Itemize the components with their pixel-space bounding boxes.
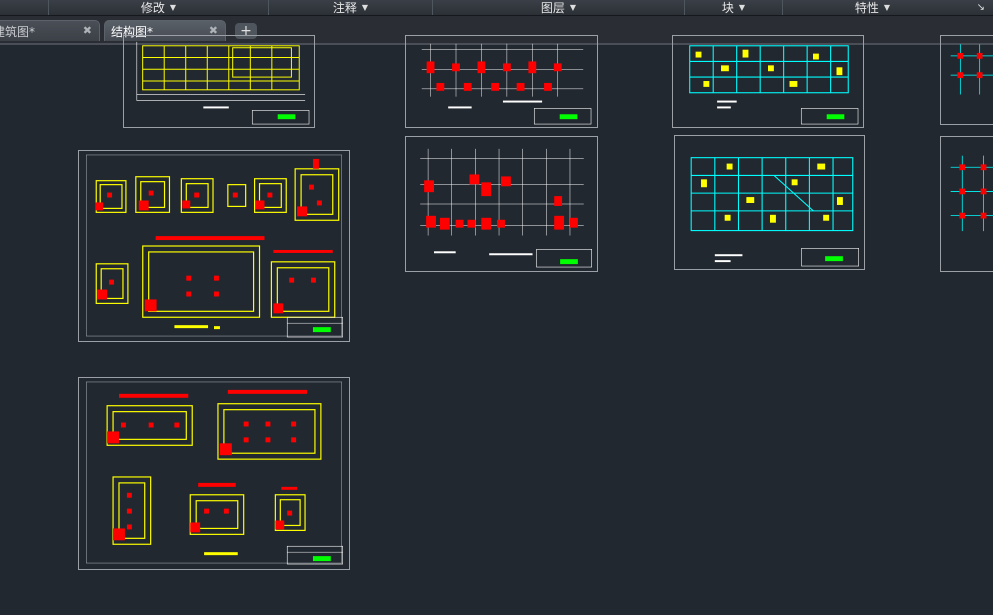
- block-panel-label: 块: [721, 1, 734, 15]
- drawing-sheet[interactable]: [940, 35, 993, 125]
- drawing-sheet[interactable]: [674, 135, 865, 270]
- chevron-down-icon: ▼: [738, 3, 746, 12]
- tab-architecture[interactable]: 建筑图* ✖: [0, 20, 100, 41]
- sheet-drawing: [689, 45, 859, 125]
- chevron-down-icon: ▼: [361, 3, 369, 12]
- annotate-panel[interactable]: 注释 ▼: [268, 0, 432, 15]
- drawing-sheet[interactable]: [123, 35, 315, 128]
- annotate-panel-label: 注释: [332, 1, 357, 15]
- sheet-drawing: [421, 43, 592, 125]
- close-icon[interactable]: ✖: [83, 24, 92, 37]
- drawing-sheet[interactable]: [940, 136, 993, 272]
- layers-panel-label: 图层: [540, 1, 565, 15]
- sheet-drawing: [420, 148, 592, 268]
- drawing-sheet[interactable]: [78, 377, 350, 570]
- sheet-drawing: [86, 381, 343, 565]
- sheet-drawing: [690, 157, 859, 267]
- drawing-sheet[interactable]: [672, 35, 864, 128]
- drawing-sheet[interactable]: [405, 35, 598, 128]
- modify-panel-label: 修改: [140, 1, 165, 15]
- properties-panel-label: 特性: [854, 1, 879, 15]
- properties-panel[interactable]: 特性 ▼: [782, 0, 962, 15]
- chevron-down-icon: ▼: [169, 3, 177, 12]
- sheet-drawing: [950, 155, 993, 232]
- ribbon-panel-bar: 修改 ▼ 注释 ▼ 图层 ▼ 块 ▼ 特性 ▼ ↘: [0, 0, 993, 16]
- chevron-down-icon: ▼: [883, 3, 891, 12]
- sheet-drawing: [136, 41, 310, 125]
- block-panel[interactable]: 块 ▼: [684, 0, 782, 15]
- drawing-sheet[interactable]: [405, 136, 598, 272]
- chevron-down-icon: ▼: [569, 3, 577, 12]
- sheet-drawing: [86, 154, 343, 338]
- drawing-sheet[interactable]: [78, 150, 350, 342]
- layers-panel[interactable]: 图层 ▼: [432, 0, 684, 15]
- dialog-launcher-icon[interactable]: ↘: [977, 0, 985, 15]
- sheet-drawing: [950, 44, 993, 95]
- modify-panel[interactable]: 修改 ▼: [48, 0, 268, 15]
- tab-label: 建筑图*: [0, 24, 36, 39]
- drawing-canvas[interactable]: [0, 35, 993, 615]
